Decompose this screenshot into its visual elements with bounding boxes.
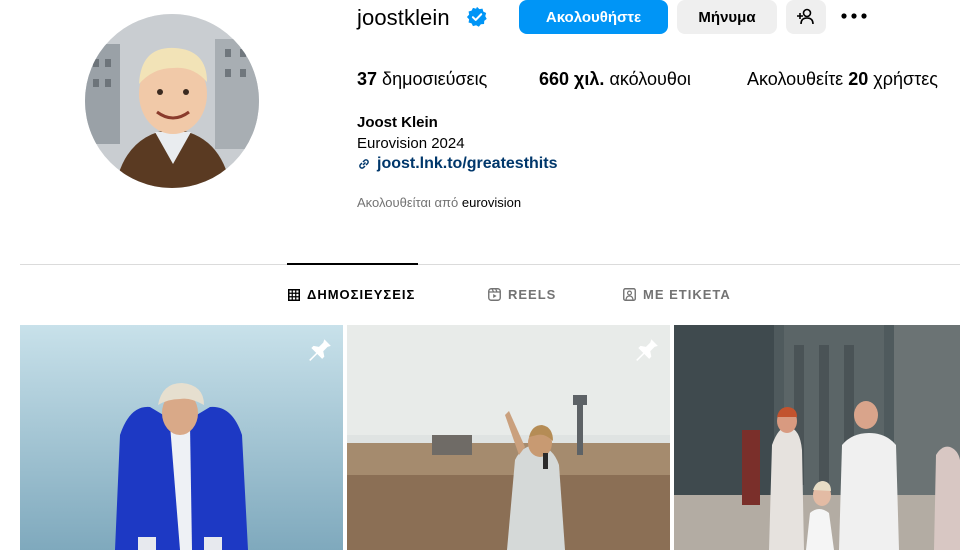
- tab-reels[interactable]: REELS: [488, 287, 556, 302]
- bio-text: Eurovision 2024: [357, 135, 465, 152]
- post-image: [674, 325, 960, 550]
- bio-link-text[interactable]: joost.lnk.to/greatesthits: [377, 155, 557, 173]
- following-prefix: Ακολουθείτε: [747, 69, 844, 89]
- pinned-icon: [636, 337, 658, 361]
- bio-full-name: Joost Klein: [357, 114, 438, 131]
- posts-count-stat: 37 δημοσιεύσεις: [357, 68, 487, 90]
- tab-tagged[interactable]: ΜΕ ΕΤΙΚΕΤΑ: [623, 287, 731, 302]
- link-icon: [359, 159, 369, 169]
- bio-link[interactable]: joost.lnk.to/greatesthits: [357, 155, 557, 173]
- post-image: [347, 325, 670, 550]
- post-image: [20, 325, 343, 550]
- tab-posts[interactable]: ΔΗΜΟΣΙΕΥΣΕΙΣ: [288, 287, 415, 302]
- following-stat[interactable]: Ακολουθείτε 20 χρήστες: [747, 68, 938, 90]
- pinned-icon: [309, 337, 331, 361]
- verified-badge-icon: [466, 6, 487, 27]
- followers-stat[interactable]: 660 χιλ. ακόλουθοι: [539, 68, 691, 90]
- posts-count: 37: [357, 69, 378, 89]
- followed-by-user[interactable]: eurovision: [462, 195, 521, 210]
- more-options-icon[interactable]: [838, 6, 870, 26]
- reels-icon: [488, 288, 501, 301]
- posts-label: δημοσιεύσεις: [382, 69, 488, 89]
- followed-by-prefix: Ακολουθείται από: [357, 195, 459, 210]
- tagged-icon: [623, 288, 636, 301]
- post-tile[interactable]: [347, 325, 670, 550]
- profile-avatar[interactable]: [85, 14, 259, 188]
- tabs-divider: [20, 264, 960, 265]
- suggest-people-button[interactable]: [786, 0, 826, 34]
- followers-count: 660 χιλ.: [539, 69, 605, 89]
- post-tile[interactable]: [20, 325, 343, 550]
- tab-posts-label: ΔΗΜΟΣΙΕΥΣΕΙΣ: [307, 287, 416, 302]
- add-person-icon: [797, 8, 814, 25]
- tab-tagged-label: ΜΕ ΕΤΙΚΕΤΑ: [643, 287, 731, 302]
- following-count: 20: [848, 69, 869, 89]
- followed-by-text[interactable]: Ακολουθείται από eurovision: [357, 195, 521, 210]
- avatar-photo: [85, 14, 259, 188]
- following-label: χρήστες: [873, 69, 938, 89]
- profile-username: joostklein: [357, 5, 450, 30]
- followers-label: ακόλουθοι: [609, 69, 691, 89]
- tab-reels-label: REELS: [508, 287, 557, 302]
- grid-icon: [288, 288, 300, 301]
- follow-button[interactable]: Ακολουθήστε: [519, 0, 668, 34]
- active-tab-indicator: [287, 263, 418, 265]
- message-button[interactable]: Μήνυμα: [677, 0, 777, 34]
- post-tile[interactable]: [674, 325, 960, 550]
